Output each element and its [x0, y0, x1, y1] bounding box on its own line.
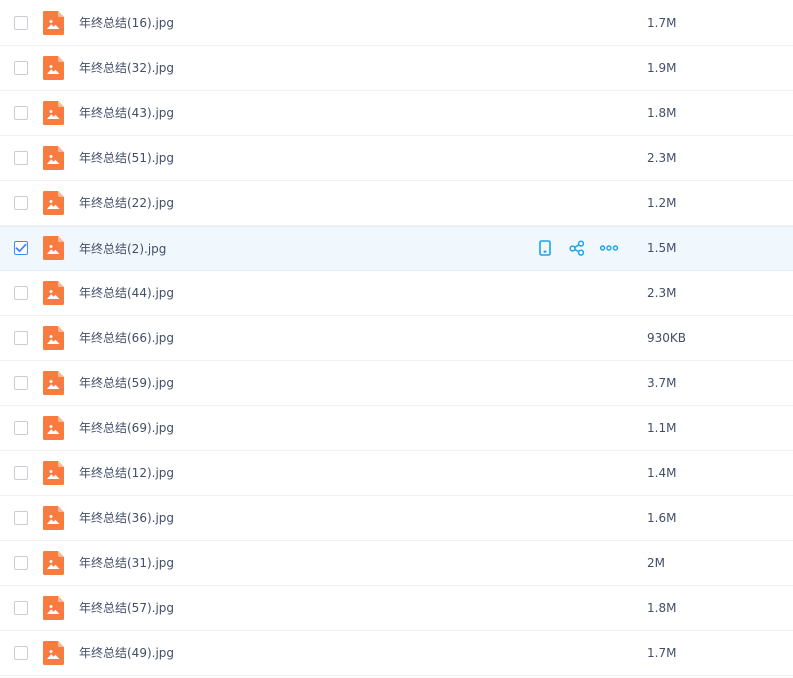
image-file-icon: [43, 370, 64, 395]
file-row[interactable]: 年终总结(57).jpg 1.8M: [0, 585, 793, 631]
image-file-icon: [43, 100, 64, 125]
file-name[interactable]: 年终总结(69).jpg: [79, 419, 174, 436]
row-checkbox[interactable]: [14, 285, 28, 300]
file-row[interactable]: 年终总结(59).jpg 3.7M: [0, 360, 793, 406]
row-checkbox[interactable]: [14, 60, 28, 75]
file-size: 2M: [647, 555, 665, 570]
image-file-icon: [43, 236, 64, 260]
file-name[interactable]: 年终总结(32).jpg: [79, 59, 174, 76]
file-name[interactable]: 年终总结(31).jpg: [79, 554, 174, 571]
row-checkbox[interactable]: [14, 375, 28, 390]
image-file-icon: [43, 280, 64, 305]
file-row[interactable]: 年终总结(2).jpg 1.5M: [0, 225, 793, 271]
file-name[interactable]: 年终总结(43).jpg: [79, 104, 174, 121]
image-file-icon: [43, 640, 64, 665]
file-name[interactable]: 年终总结(22).jpg: [79, 194, 174, 211]
file-size: 1.6M: [647, 510, 677, 525]
row-checkbox[interactable]: [14, 330, 28, 345]
row-checkbox[interactable]: [14, 645, 28, 660]
row-checkbox-checked[interactable]: [14, 241, 28, 255]
row-checkbox[interactable]: [14, 465, 28, 480]
file-name[interactable]: 年终总结(12).jpg: [79, 464, 174, 481]
image-file-icon: [43, 505, 64, 530]
row-checkbox[interactable]: [14, 195, 28, 210]
file-row[interactable]: 年终总结(43).jpg 1.8M: [0, 90, 793, 136]
file-size: 1.1M: [647, 420, 677, 435]
file-name[interactable]: 年终总结(59).jpg: [79, 374, 174, 391]
image-file-icon: [43, 190, 64, 215]
file-row[interactable]: 年终总结(12).jpg 1.4M: [0, 450, 793, 496]
file-row[interactable]: 年终总结(31).jpg 2M: [0, 540, 793, 586]
row-checkbox[interactable]: [14, 600, 28, 615]
row-checkbox[interactable]: [14, 510, 28, 525]
image-file-icon: [43, 325, 64, 350]
file-row[interactable]: 年终总结(51).jpg 2.3M: [0, 135, 793, 181]
image-file-icon: [43, 145, 64, 170]
file-row[interactable]: 年终总结(32).jpg 1.9M: [0, 45, 793, 91]
file-size: 1.8M: [647, 600, 677, 615]
file-name[interactable]: 年终总结(49).jpg: [79, 644, 174, 661]
file-name[interactable]: 年终总结(36).jpg: [79, 509, 174, 526]
image-file-icon: [43, 550, 64, 575]
row-checkbox[interactable]: [14, 105, 28, 120]
file-size: 1.5M: [647, 241, 677, 255]
share-icon[interactable]: [568, 239, 586, 257]
file-row[interactable]: 年终总结(44).jpg 2.3M: [0, 270, 793, 316]
file-size: 1.2M: [647, 195, 677, 210]
row-checkbox[interactable]: [14, 150, 28, 165]
row-checkbox[interactable]: [14, 15, 28, 30]
image-file-icon: [43, 10, 64, 35]
file-size: 1.7M: [647, 15, 677, 30]
file-size: 2.3M: [647, 150, 677, 165]
file-name[interactable]: 年终总结(51).jpg: [79, 149, 174, 166]
file-row[interactable]: 年终总结(36).jpg 1.6M: [0, 495, 793, 541]
image-file-icon: [43, 415, 64, 440]
phone-icon[interactable]: [536, 239, 554, 257]
file-row[interactable]: 年终总结(66).jpg 930KB: [0, 315, 793, 361]
file-size: 3.7M: [647, 375, 677, 390]
file-name[interactable]: 年终总结(57).jpg: [79, 599, 174, 616]
file-name[interactable]: 年终总结(66).jpg: [79, 329, 174, 346]
image-file-icon: [43, 55, 64, 80]
file-size: 1.7M: [647, 645, 677, 660]
file-size: 1.8M: [647, 105, 677, 120]
file-name[interactable]: 年终总结(2).jpg: [79, 240, 166, 257]
more-icon[interactable]: [600, 239, 618, 257]
file-row[interactable]: 年终总结(69).jpg 1.1M: [0, 405, 793, 451]
row-checkbox[interactable]: [14, 420, 28, 435]
row-actions: [536, 238, 618, 258]
file-list: 年终总结(16).jpg 1.7M 年终总结(32).jpg 1.9M 年终总结(43)…: [0, 0, 793, 678]
file-row[interactable]: 年终总结(22).jpg 1.2M: [0, 180, 793, 226]
file-name[interactable]: 年终总结(44).jpg: [79, 284, 174, 301]
file-size: 2.3M: [647, 285, 677, 300]
image-file-icon: [43, 595, 64, 620]
file-row[interactable]: 年终总结(16).jpg 1.7M: [0, 0, 793, 46]
file-row[interactable]: 年终总结(49).jpg 1.7M: [0, 630, 793, 676]
file-size: 1.4M: [647, 465, 677, 480]
row-checkbox[interactable]: [14, 555, 28, 570]
file-size: 1.9M: [647, 60, 677, 75]
image-file-icon: [43, 460, 64, 485]
file-size: 930KB: [647, 330, 687, 345]
file-name[interactable]: 年终总结(16).jpg: [79, 14, 174, 31]
